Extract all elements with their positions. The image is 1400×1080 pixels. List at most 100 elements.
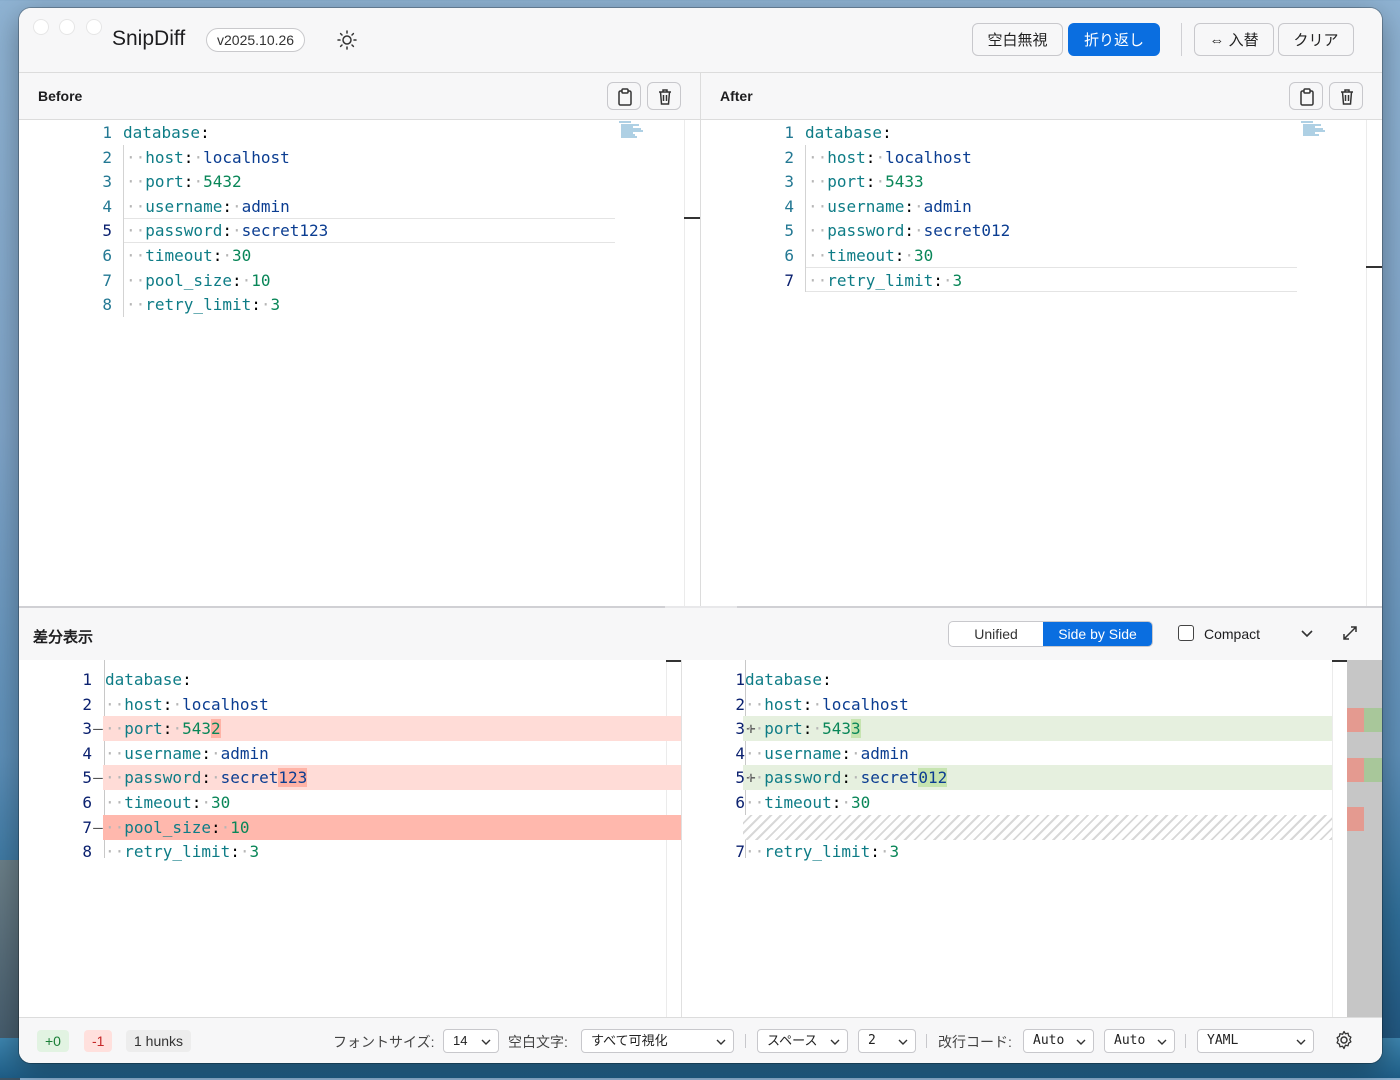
code-text: ··port:·5432 [126,169,242,194]
code-text: ··retry_limit:·3 [745,839,899,864]
compact-label: Compact [1204,626,1261,642]
yaml-colon: : [841,768,851,788]
language-select[interactable]: YAML [1197,1029,1314,1053]
line-number: 5 [784,221,794,241]
language-value: YAML [1207,1033,1239,1048]
yaml-key: username [124,743,202,763]
clear-before-button[interactable] [647,82,681,110]
code-text: database: [805,120,892,145]
line-number: 5 [82,768,92,788]
swap-button[interactable]: ⇔ 入替 [1194,23,1274,56]
whitespace-select[interactable]: すべて可視化 [581,1029,734,1053]
eol-right-select[interactable]: Auto [1104,1029,1175,1053]
yaml-colon: : [822,670,832,689]
whitespace-marker: ·· [745,842,765,862]
before-label: Before [38,88,83,104]
diff-left-panel[interactable]: 1 database: 2 ··host:·localhost 3— ··port:·54… [19,660,682,1017]
line-number: 1 [784,123,794,142]
yaml-key: retry_limit [145,295,252,315]
wrap-button[interactable]: 折り返し [1068,23,1160,56]
compact-checkbox[interactable] [1178,625,1194,641]
whitespace-marker: ·· [105,793,125,812]
indent-type-select[interactable]: スペース [757,1029,848,1053]
yaml-value: localhost [822,694,909,714]
yaml-value: secret [220,768,279,788]
chevron-down-icon[interactable] [1298,624,1316,642]
whitespace-marker: ·· [105,768,125,788]
yaml-key: host [827,147,866,167]
code-text: ··password:·secret012 [745,765,948,790]
diff-right-panel[interactable]: 1 database: 2 ··host:·localhost 3 + ··port:·54… [681,660,1348,1017]
yaml-colon: : [222,221,232,241]
clear-after-button[interactable] [1329,82,1363,110]
clipboard-icon [1300,88,1314,106]
clear-button[interactable]: クリア [1278,23,1354,56]
minimize-window-button[interactable] [60,20,74,34]
line-number: 5 [735,768,745,788]
close-window-button[interactable] [34,20,48,34]
hunks-count-badge: 1 hunks [126,1030,192,1052]
code-text: ··host:·localhost [808,145,972,170]
diff-placeholder [743,814,1332,840]
zoom-window-button[interactable] [87,20,101,34]
paste-button[interactable] [607,82,641,110]
yaml-value: localhost [182,694,269,714]
indent-size-select[interactable]: 2 [858,1029,916,1053]
view-mode-toggle: Unified Side by Side [948,621,1153,647]
settings-gear-icon[interactable] [1334,1030,1354,1050]
font-size-select[interactable]: 14 [443,1029,499,1053]
yaml-colon: : [191,793,202,812]
paste-after-button[interactable] [1289,82,1323,110]
font-size-label: フォントサイズ: [333,1034,435,1050]
tab-unified[interactable]: Unified [949,622,1043,646]
ignore-whitespace-button[interactable]: 空白無視 [972,23,1063,56]
diff-header: 差分表示 Unified Side by Side Compact [19,608,1382,661]
before-editor[interactable]: 1 database: 2 ··host:·localhost 3 ··port:·543… [19,120,700,606]
yaml-key: host [764,694,803,714]
code-text: database: [105,667,192,692]
diff-line-same: 2 ··host:·localhost [682,692,1348,717]
status-divider [926,1034,927,1048]
yaml-value: secret [860,768,919,788]
clipboard-icon [618,88,632,106]
version-badge: v2025.10.26 [206,28,306,52]
diff-line-same: 4 ··username:·admin [19,741,681,766]
changed-text: 012 [918,768,948,788]
diff-overview-ruler[interactable] [1347,660,1382,1017]
code-line: 2 ··host:·localhost [701,145,1382,170]
tab-side-by-side[interactable]: Side by Side [1043,622,1152,646]
yaml-key: port [145,172,184,192]
yaml-key: password [827,221,905,241]
whitespace-marker: · [879,842,890,862]
eol-left-select[interactable]: Auto [1023,1029,1094,1053]
yaml-value: 5433 [885,172,924,192]
yaml-colon: : [200,123,210,142]
yaml-key: retry_limit [827,270,934,290]
whitespace-marker: ·· [808,196,828,216]
diff-line-same: 7 ··retry_limit:·3 [682,839,1348,864]
yaml-colon: : [230,842,240,862]
code-line: 3 ··port:·5432 [19,169,700,194]
code-text: ··pool_size:·10 [105,815,250,840]
yaml-value: 30 [850,793,871,812]
code-text: ··password:·secret012 [808,218,1010,243]
minus-icon: — [93,719,103,739]
diff-line-same: 1 database: [682,667,1348,692]
after-editor[interactable]: 1 database: 2 ··host:·localhost 3 ··port:·543… [701,120,1382,606]
code-line: 4 ··username:·admin [19,194,700,219]
whitespace-marker: · [850,768,861,788]
expand-icon[interactable] [1341,624,1359,642]
line-number: 8 [102,295,112,315]
chevron-down-icon [481,1039,491,1045]
yaml-colon: : [904,196,914,216]
code-text: ··timeout:·30 [808,243,933,268]
yaml-value: 3 [952,270,963,290]
ruler-del-marker [1347,807,1364,831]
code-line: 8 ··retry_limit:·3 [19,292,700,317]
sun-icon[interactable] [336,29,358,51]
changed-text: 123 [278,768,308,788]
line-number: 1 [82,670,92,689]
toolbar-divider [1181,23,1182,56]
diff-line-del: 5— ··password:·secret123 [19,765,681,791]
yaml-colon: : [201,768,211,788]
